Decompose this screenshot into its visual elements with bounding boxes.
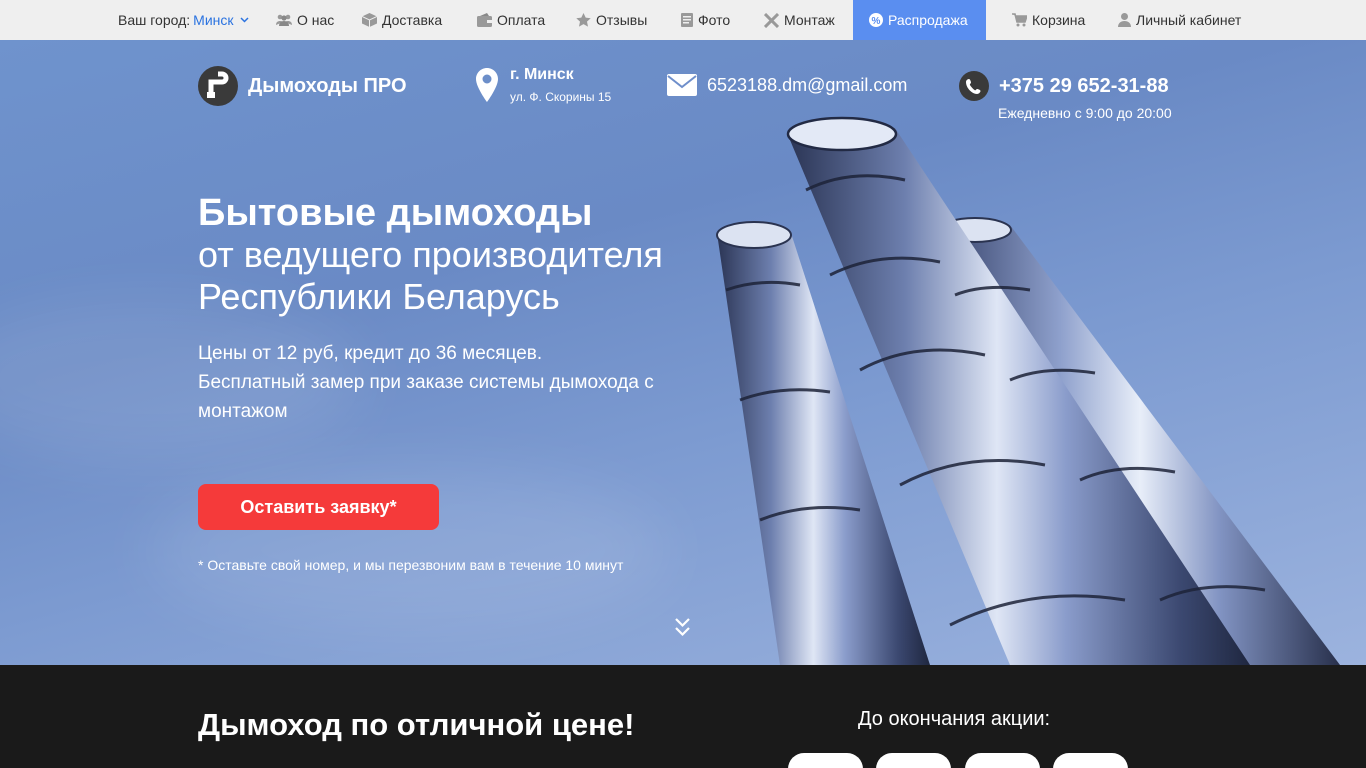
countdown-box-hours	[876, 753, 951, 768]
submit-request-button[interactable]: Оставить заявку*	[198, 484, 439, 530]
scroll-down-icon[interactable]	[674, 617, 691, 641]
top-navigation: Ваш город: Минск О нас Доставка Оплата О…	[0, 0, 1366, 40]
nav-item-photo[interactable]: Фото	[681, 0, 730, 40]
phone-number[interactable]: +375 29 652-31-88	[999, 75, 1169, 98]
nav-item-label: Доставка	[382, 12, 443, 28]
hero-section: Дымоходы ПРО г. Минск ул. Ф. Скорины 15 …	[0, 40, 1366, 665]
nav-item-delivery[interactable]: Доставка	[362, 0, 442, 40]
hero-subtitle-line1: Цены от 12 руб, кредит до 36 месяцев.	[198, 343, 543, 364]
chevron-down-icon	[239, 17, 249, 23]
city-selector[interactable]: Ваш город: Минск	[118, 0, 249, 40]
svg-text:%: %	[872, 16, 881, 27]
nav-item-sale[interactable]: % Распродажа	[853, 0, 986, 40]
photo-icon	[681, 13, 693, 27]
nav-item-label: Распродажа	[888, 12, 968, 28]
location-info: г. Минск ул. Ф. Скорины 15	[476, 66, 612, 104]
email-text[interactable]: 6523188.dm@gmail.com	[707, 75, 907, 96]
countdown-box-minutes	[965, 753, 1040, 768]
countdown-label: До окончания акции:	[858, 708, 1051, 730]
phone-contact: +375 29 652-31-88 Ежедневно с 9:00 до 20…	[959, 71, 1172, 121]
promo-title: Дымоход по отличной цене!	[198, 707, 635, 742]
nav-item-label: Корзина	[1032, 12, 1086, 28]
city-label: Ваш город:	[118, 12, 191, 28]
star-icon	[576, 13, 591, 27]
nav-item-label: О нас	[297, 12, 335, 28]
nav-item-label: Монтаж	[784, 12, 835, 28]
nav-item-label: Отзывы	[596, 12, 648, 28]
location-city: г. Минск	[510, 66, 574, 83]
hero-title: Бытовые дымоходы	[198, 192, 593, 234]
nav-item-account[interactable]: Личный кабинет	[1118, 0, 1241, 40]
brand-name: Дымоходы ПРО	[248, 74, 407, 97]
hero-title-line2: от ведущего производителя	[198, 234, 663, 275]
tools-icon	[764, 12, 779, 28]
wallet-icon	[477, 13, 492, 27]
sale-icon: %	[869, 13, 883, 27]
nav-item-payment[interactable]: Оплата	[477, 0, 545, 40]
countdown-box-days	[788, 753, 863, 768]
cart-icon	[1012, 13, 1027, 27]
email-contact[interactable]: 6523188.dm@gmail.com	[667, 74, 907, 96]
hero-subtitle: Цены от 12 руб, кредит до 36 месяцев. Бе…	[198, 339, 718, 426]
nav-item-cart[interactable]: Корзина	[1012, 0, 1085, 40]
brand-logo[interactable]: Дымоходы ПРО	[198, 66, 407, 106]
phone-icon	[959, 71, 989, 101]
box-icon	[362, 13, 377, 27]
map-pin-icon	[476, 68, 498, 102]
countdown-box-seconds	[1053, 753, 1128, 768]
nav-item-label: Оплата	[497, 12, 546, 28]
envelope-icon	[667, 74, 697, 96]
nav-item-label: Личный кабинет	[1136, 12, 1242, 28]
nav-item-label: Фото	[698, 12, 731, 28]
working-hours: Ежедневно с 9:00 до 20:00	[998, 105, 1172, 121]
hero-headline: Бытовые дымоходы от ведущего производите…	[198, 192, 663, 318]
callback-note: * Оставьте свой номер, и мы перезвоним в…	[198, 557, 624, 573]
city-value[interactable]: Минск	[193, 12, 233, 28]
users-icon	[276, 14, 292, 26]
location-street: ул. Ф. Скорины 15	[510, 90, 612, 104]
hero-title-line3: Республики Беларусь	[198, 276, 560, 317]
logo-icon	[198, 66, 238, 106]
user-icon	[1118, 13, 1131, 27]
hero-subtitle-line2: Бесплатный замер при заказе системы дымо…	[198, 372, 654, 422]
promo-section: Дымоход по отличной цене! До окончания а…	[0, 665, 1366, 768]
nav-item-reviews[interactable]: Отзывы	[576, 0, 647, 40]
nav-item-installation[interactable]: Монтаж	[764, 0, 835, 40]
nav-item-about[interactable]: О нас	[276, 0, 334, 40]
